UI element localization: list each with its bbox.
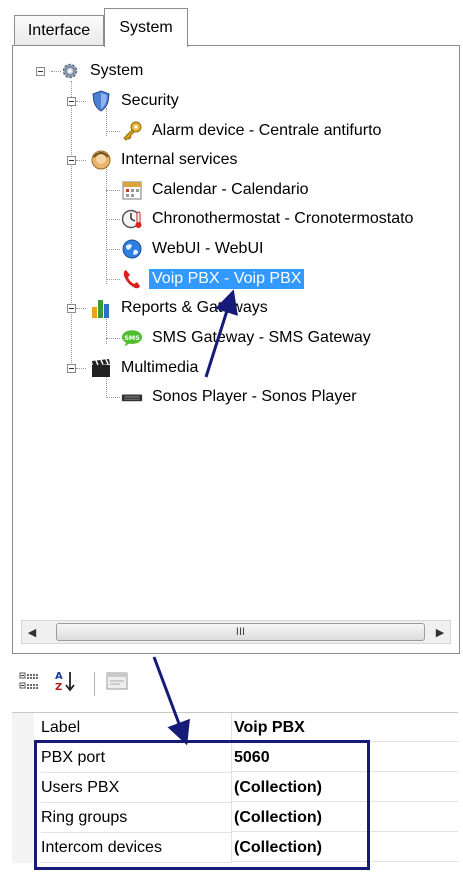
gear-icon [59,60,81,82]
tree-node-reports-gateways[interactable]: Reports & Gateways [90,296,271,320]
annotation-highlight-box [34,740,370,870]
property-name: Label [41,713,232,743]
tree-node-sms-gateway[interactable]: SMS SMS Gateway - SMS Gateway [121,326,374,350]
globe-icon [121,238,143,260]
speaker-icon [121,386,143,408]
calendar-icon [121,179,143,201]
scroll-right-arrow-icon[interactable]: ▶ [430,621,450,643]
horizontal-scrollbar[interactable]: ◀ III ▶ [21,620,451,644]
svg-text:Z: Z [55,682,62,693]
tree-connector [71,81,72,371]
tree-node-alarm-device[interactable]: Alarm device - Centrale antifurto [121,119,384,143]
tree-node-security[interactable]: Security [90,89,182,113]
tree-node-label: System [90,62,144,79]
property-row-label[interactable]: Label Voip PBX [12,713,458,743]
scroll-left-arrow-icon[interactable]: ◀ [22,621,42,643]
tab-system[interactable]: System [104,8,188,47]
sms-icon: SMS [121,327,143,349]
property-pages-button[interactable] [104,670,130,696]
sort-az-icon: AZ [53,669,77,697]
tree-node-label: Alarm device - Centrale antifurto [152,122,382,139]
property-pages-icon [105,670,129,696]
tree-node-webui[interactable]: WebUI - WebUI [121,237,266,261]
tree-node-sonos-player[interactable]: Sonos Player - Sonos Player [121,385,360,409]
property-value[interactable]: Voip PBX [232,713,458,742]
system-tree: System Security Alarm device - Centrale … [13,46,459,616]
tree-node-label: Internal services [121,151,238,168]
head-icon [90,149,112,171]
collapse-toggle[interactable] [67,304,76,313]
tree-node-multimedia[interactable]: Multimedia [90,356,201,380]
tree-node-label: Sonos Player - Sonos Player [152,388,357,405]
tab-interface[interactable]: Interface [14,15,104,46]
collapse-toggle[interactable] [36,67,45,76]
phone-icon [121,268,143,290]
tree-node-label: Reports & Gateways [121,299,268,316]
tab-strip: Interface System [0,0,463,48]
categorized-view-button[interactable] [16,670,42,696]
tree-node-label: Security [121,92,179,109]
collapse-toggle[interactable] [67,156,76,165]
tree-node-label: Calendar - Calendario [152,181,309,198]
svg-text:SMS: SMS [124,334,140,342]
toolbar-separator [94,672,95,696]
property-grid-toolbar: AZ [12,666,458,702]
tree-connector [106,166,107,284]
scrollbar-thumb[interactable]: III [56,623,425,641]
key-icon [121,120,143,142]
svg-text:A: A [55,671,63,682]
collapse-toggle[interactable] [67,364,76,373]
tree-node-voip-pbx[interactable]: Voip PBX - Voip PBX [121,267,305,291]
tree-node-label: Multimedia [121,359,199,376]
categorized-icon [18,670,40,696]
clapper-icon [90,357,112,379]
tree-node-system[interactable]: System [59,59,146,83]
tree-node-label: Chronothermostat - Cronotermostato [152,210,414,227]
system-tree-panel: System Security Alarm device - Centrale … [12,45,460,654]
tree-node-calendar[interactable]: Calendar - Calendario [121,178,312,202]
shield-icon [90,90,112,112]
alphabetical-sort-button[interactable]: AZ [52,670,78,696]
tree-node-chronothermostat[interactable]: Chronothermostat - Cronotermostato [121,207,416,231]
thermostat-icon [121,208,143,230]
tree-node-internal-services[interactable]: Internal services [90,148,241,172]
bar-chart-icon [90,297,112,319]
collapse-toggle[interactable] [67,97,76,106]
tree-node-label-selected: Voip PBX - Voip PBX [149,269,305,289]
tree-node-label: WebUI - WebUI [152,240,264,257]
tree-node-label: SMS Gateway - SMS Gateway [152,329,371,346]
